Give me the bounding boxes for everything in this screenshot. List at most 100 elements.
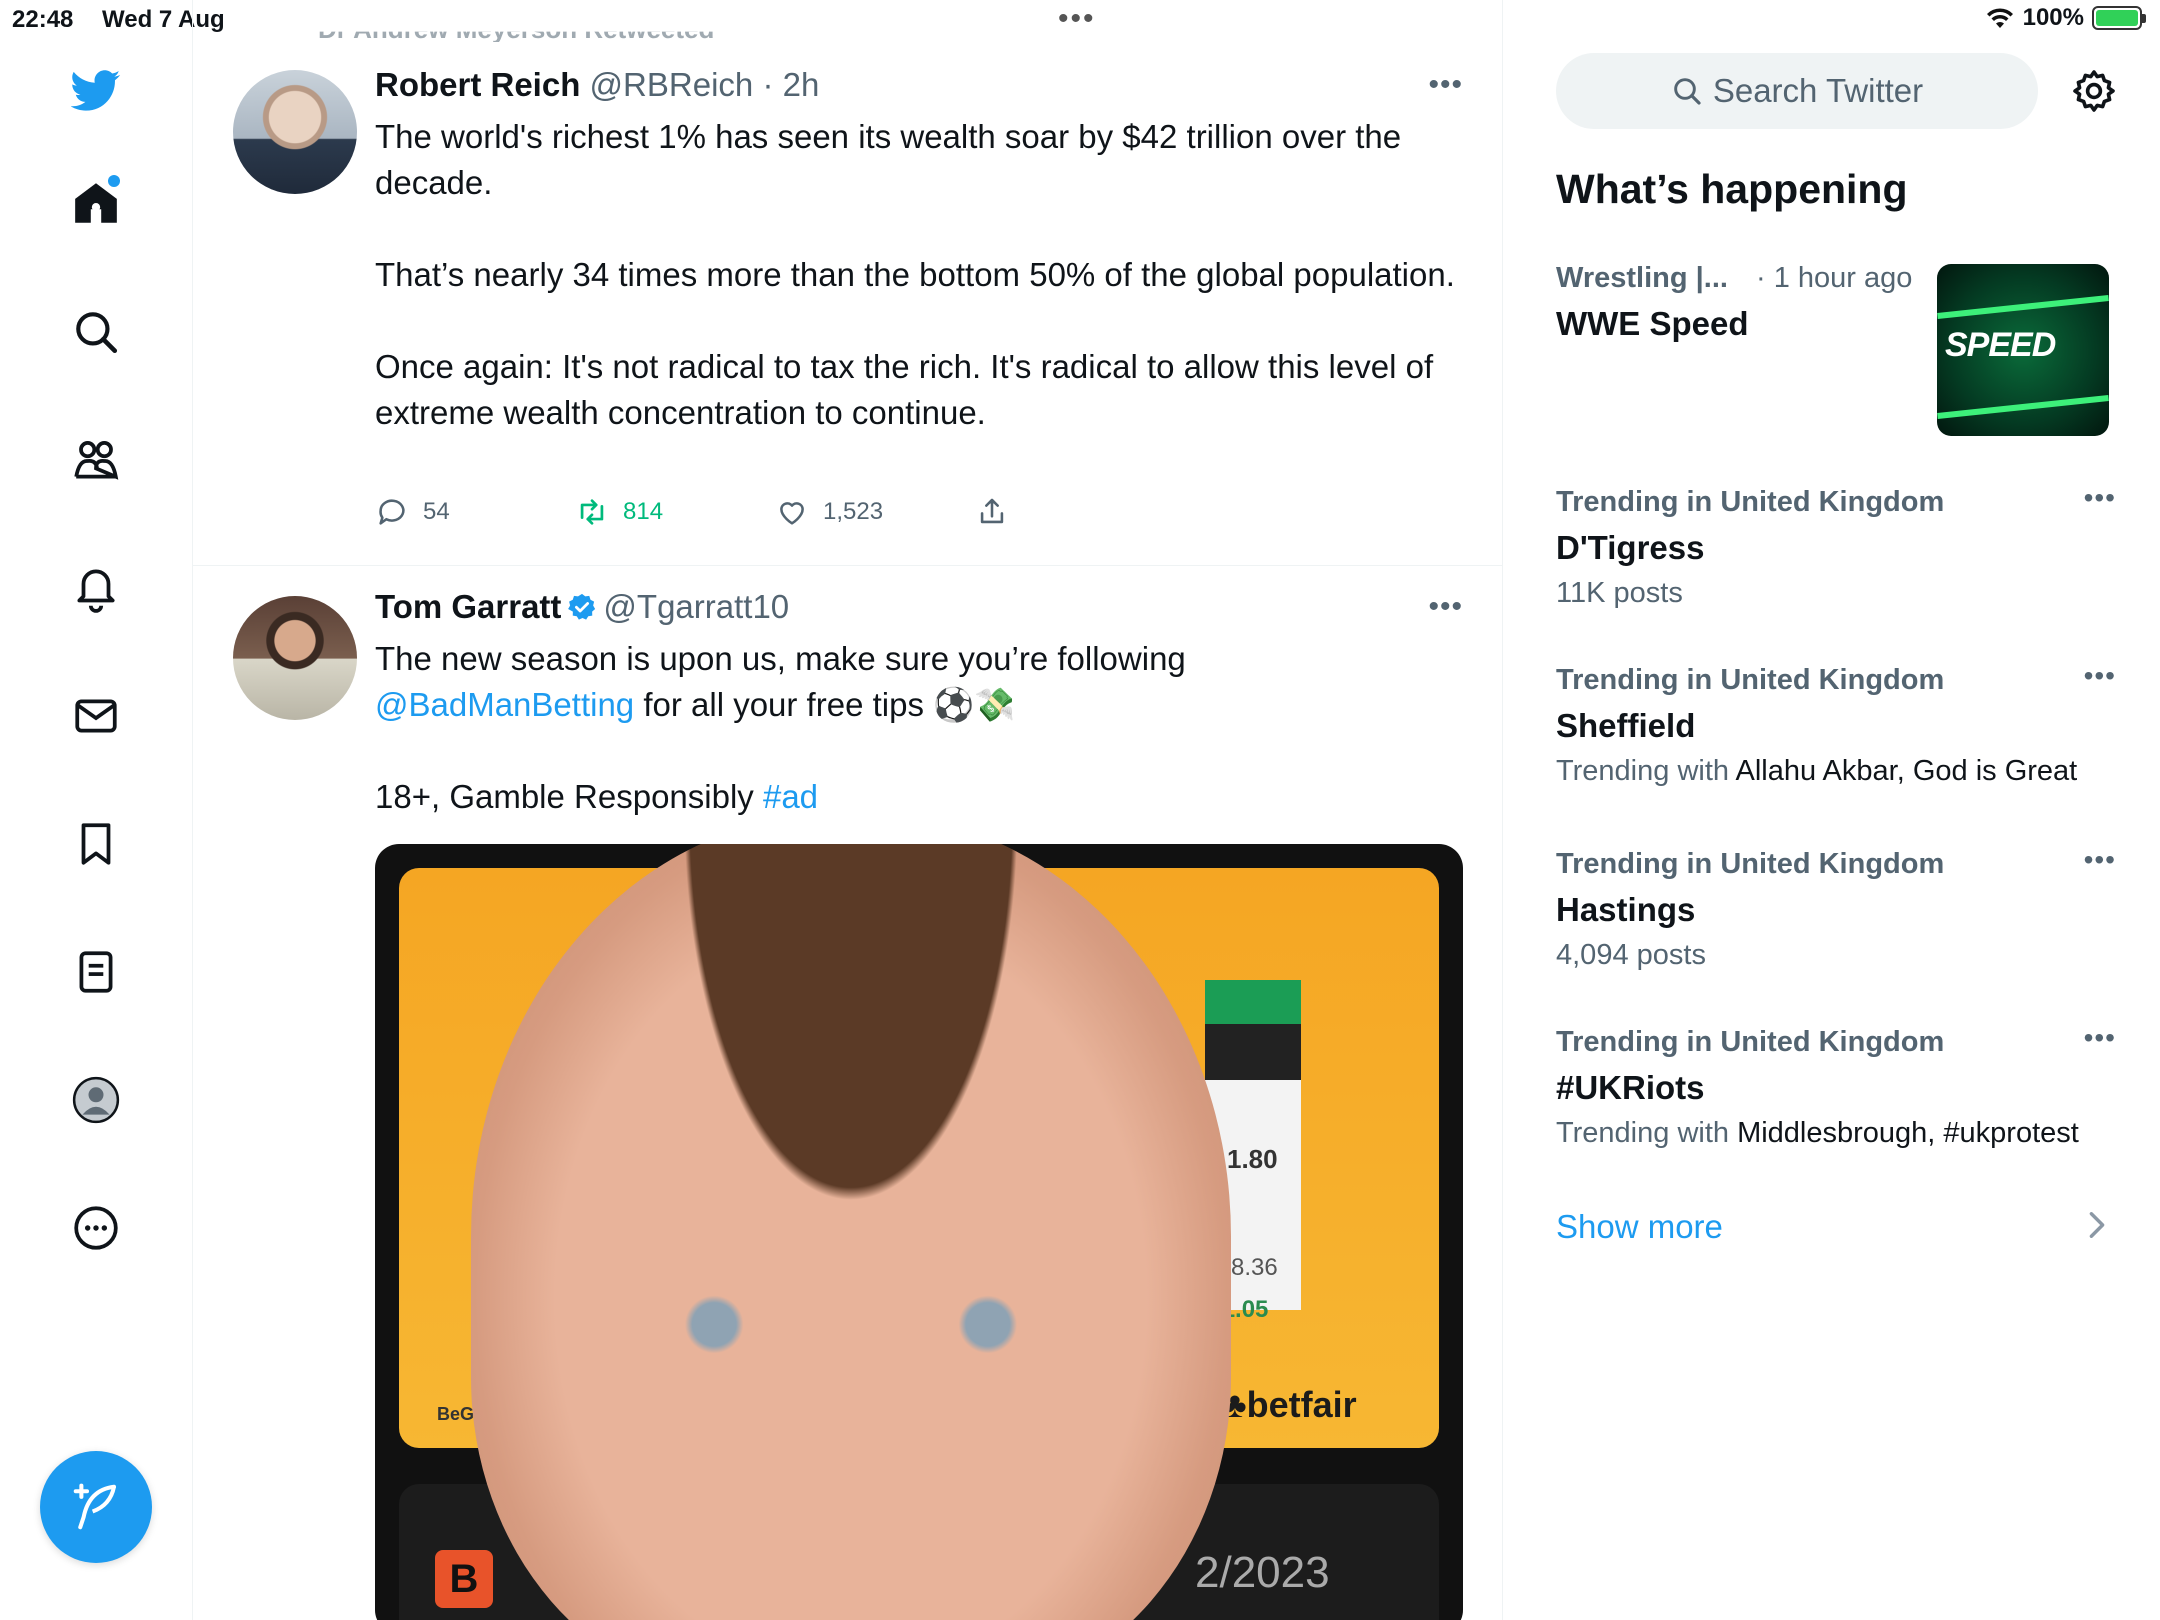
- trend-category: Trending in United Kingdom: [1556, 1026, 1945, 1058]
- like-button[interactable]: 1,523: [775, 495, 883, 529]
- tweet-text: The new season is upon us, make sure you…: [375, 636, 1455, 820]
- section-title: What’s happening: [1556, 166, 1908, 212]
- lists-icon[interactable]: [66, 942, 126, 1002]
- communities-icon[interactable]: [66, 430, 126, 490]
- settings-gear-icon[interactable]: [2070, 67, 2118, 115]
- tweet-video-media[interactable]: 1.80 £278.36 501.05 ♣betfair BeG B 2/202…: [375, 844, 1463, 1620]
- explore-search-icon[interactable]: [66, 302, 126, 362]
- date-fragment: 2/2023: [1195, 1548, 1330, 1597]
- author-name[interactable]: Tom Garratt: [375, 588, 561, 625]
- tweet-line-2-rest: for all your free tips ⚽💸: [634, 686, 1016, 723]
- retweet-banner: Dr Andrew Meyerson Retweeted: [318, 16, 715, 42]
- trend-category: Trending in United Kingdom: [1556, 664, 1945, 696]
- tweet-header: Robert Reich @RBReich · 2h: [375, 66, 819, 104]
- odds-green-bar: [1205, 980, 1301, 1024]
- avatar[interactable]: [233, 70, 357, 194]
- video-face-overlay: [471, 844, 1231, 1620]
- more-options-icon[interactable]: [66, 1198, 126, 1258]
- trend-item[interactable]: Trending in United Kingdom ••• Hastings …: [1556, 844, 2116, 972]
- trend-category: Trending in United Kingdom: [1556, 848, 1945, 880]
- compose-feather-icon: [73, 1483, 117, 1530]
- verified-badge-icon: [568, 593, 596, 620]
- author-name[interactable]: Robert Reich: [375, 66, 580, 103]
- odds-dark-bar: [1205, 1024, 1301, 1080]
- trend-posts: 11K posts: [1556, 577, 1683, 609]
- trend-meta: Trending in United Kingdom: [1556, 664, 2116, 697]
- mention-link[interactable]: @BadManBetting: [375, 686, 634, 723]
- heart-icon: [780, 502, 804, 525]
- search-input[interactable]: Search Twitter: [1556, 53, 2038, 129]
- trending-with-label: Trending with: [1556, 1117, 1730, 1149]
- trending-with-terms: Middlesbrough, #ukprotest: [1737, 1117, 2079, 1149]
- reply-button[interactable]: 54: [375, 495, 450, 529]
- tweet-line: @BadManBetting for all your free tips ⚽💸: [375, 682, 1455, 728]
- tweet[interactable]: Robert Reich @RBReich · 2h ••• The world…: [193, 50, 1502, 566]
- author-handle[interactable]: @RBReich: [590, 66, 754, 103]
- trend-more-button[interactable]: •••: [2084, 1022, 2116, 1054]
- tweet-header: Tom Garratt @Tgarratt10: [375, 588, 789, 626]
- trend-item[interactable]: Trending in United Kingdom ••• #UKRiots …: [1556, 1022, 2116, 1150]
- trend-category: Trending in United Kingdom: [1556, 486, 1945, 518]
- trend-item[interactable]: Trending in United Kingdom ••• D'Tigress…: [1556, 482, 2116, 610]
- reply-count: 54: [423, 498, 450, 525]
- share-button[interactable]: [975, 495, 1009, 529]
- trend-thumbnail[interactable]: SPEED: [1937, 264, 2109, 436]
- trend-posts: 4,094 posts: [1556, 939, 1706, 971]
- trend-title: Hastings: [1556, 891, 1696, 928]
- b-brand-logo: B: [435, 1550, 493, 1608]
- partial-brand-text: BeG: [437, 1404, 475, 1424]
- tweet-line: 18+, Gamble Responsibly #ad: [375, 774, 1455, 820]
- tweet-line-3: 18+, Gamble Responsibly: [375, 778, 763, 815]
- like-count: 1,523: [823, 498, 884, 525]
- tweet[interactable]: Tom Garratt @Tgarratt10 ••• The new seaso…: [193, 566, 1502, 1620]
- compose-tweet-button[interactable]: [40, 1451, 152, 1563]
- trending-with-label: Trending with: [1556, 755, 1730, 787]
- trend-more-button[interactable]: •••: [2084, 660, 2116, 692]
- profile-avatar-icon[interactable]: [66, 1070, 126, 1130]
- home-icon[interactable]: [66, 173, 126, 233]
- trend-title: D'Tigress: [1556, 529, 1705, 566]
- tweet-line: The new season is upon us, make sure you…: [375, 636, 1455, 682]
- chevron-right-icon[interactable]: [2085, 1210, 2109, 1240]
- reply-icon: [379, 499, 405, 525]
- trend-item[interactable]: Trending in United Kingdom ••• Sheffield…: [1556, 660, 2116, 788]
- tweet-paragraph: That’s nearly 34 times more than the bot…: [375, 256, 1455, 293]
- trend-title: #UKRiots: [1556, 1069, 1705, 1106]
- messages-envelope-icon[interactable]: [66, 686, 126, 746]
- tweet-text: The world's richest 1% has seen its weal…: [375, 114, 1455, 436]
- trend-more-button[interactable]: •••: [2084, 844, 2116, 876]
- trend-subtitle: Trending with Allahu Akbar, God is Great: [1556, 755, 2116, 788]
- twitter-logo-icon[interactable]: [66, 60, 126, 120]
- share-icon: [980, 498, 1004, 524]
- show-more-link[interactable]: Show more: [1556, 1208, 1723, 1246]
- retweet-icon: [580, 499, 604, 525]
- author-handle[interactable]: @Tgarratt10: [603, 588, 789, 625]
- trend-subtitle: Trending with Middlesbrough, #ukprotest: [1556, 1117, 2116, 1150]
- hashtag-link[interactable]: #ad: [763, 778, 818, 815]
- trend-meta: Trending in United Kingdom: [1556, 1026, 2116, 1059]
- bookmarks-icon[interactable]: [66, 814, 126, 874]
- trend-time: · 1 hour ago: [1756, 262, 1913, 294]
- trend-title: Sheffield: [1556, 707, 1696, 744]
- right-sidebar: Search Twitter What’s happening Wrestlin…: [1503, 0, 2160, 1620]
- trend-more-button[interactable]: •••: [2084, 482, 2116, 514]
- retweet-count: 814: [623, 498, 664, 525]
- tweet-line-1: The new season is upon us, make sure you…: [375, 640, 1186, 677]
- home-notification-dot: [108, 175, 120, 187]
- search-icon: [1674, 78, 1701, 105]
- betfair-logo: ♣betfair: [1223, 1384, 1357, 1425]
- trend-meta: Trending in United Kingdom: [1556, 848, 2116, 881]
- tweet-actions: 54 814 1,523: [375, 495, 1075, 535]
- retweet-button[interactable]: 814: [575, 495, 663, 529]
- notifications-bell-icon[interactable]: [66, 558, 126, 618]
- avatar[interactable]: [233, 596, 357, 720]
- tweet-more-button[interactable]: •••: [1428, 590, 1463, 624]
- tweet-more-button[interactable]: •••: [1428, 68, 1463, 102]
- tweet-time: · 2h: [762, 66, 820, 103]
- tweet-paragraph: Once again: It's not radical to tax the …: [375, 348, 1434, 431]
- thumbnail-stripe: [1937, 295, 2109, 319]
- thumbnail-stripe: [1937, 395, 2109, 419]
- thumbnail-label: SPEED: [1945, 326, 2056, 364]
- tweet-paragraph: The world's richest 1% has seen its weal…: [375, 118, 1402, 201]
- timeline: Dr Andrew Meyerson Retweeted Robert Reic…: [193, 0, 1503, 1620]
